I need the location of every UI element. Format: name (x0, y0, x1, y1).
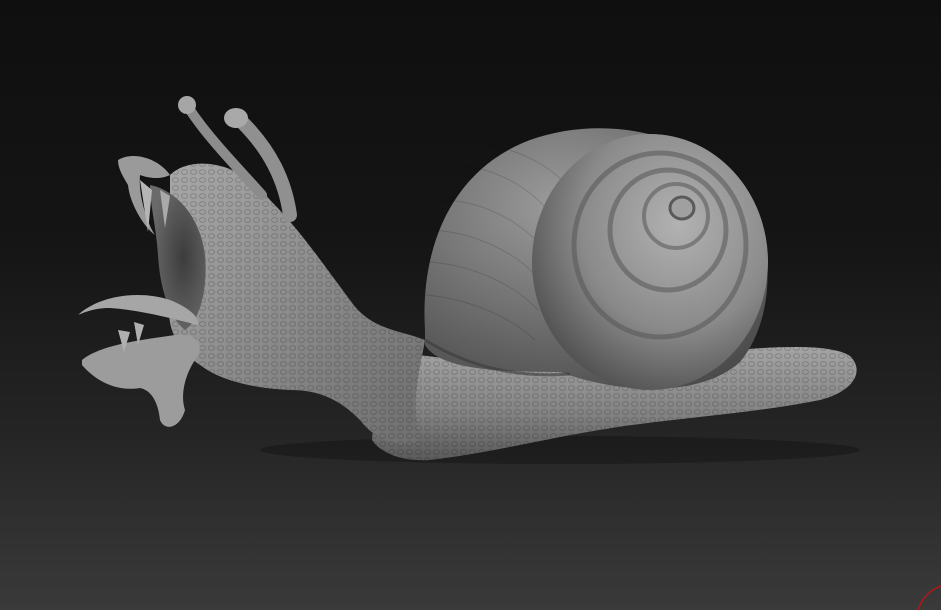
snail-sculpt-icon[interactable] (0, 0, 941, 610)
model-shadow (260, 436, 860, 464)
sculpt-viewport[interactable] (0, 0, 941, 610)
snail-head[interactable] (169, 163, 425, 444)
axis-gizmo-icon[interactable] (917, 585, 941, 610)
snail-shell[interactable] (424, 128, 768, 390)
